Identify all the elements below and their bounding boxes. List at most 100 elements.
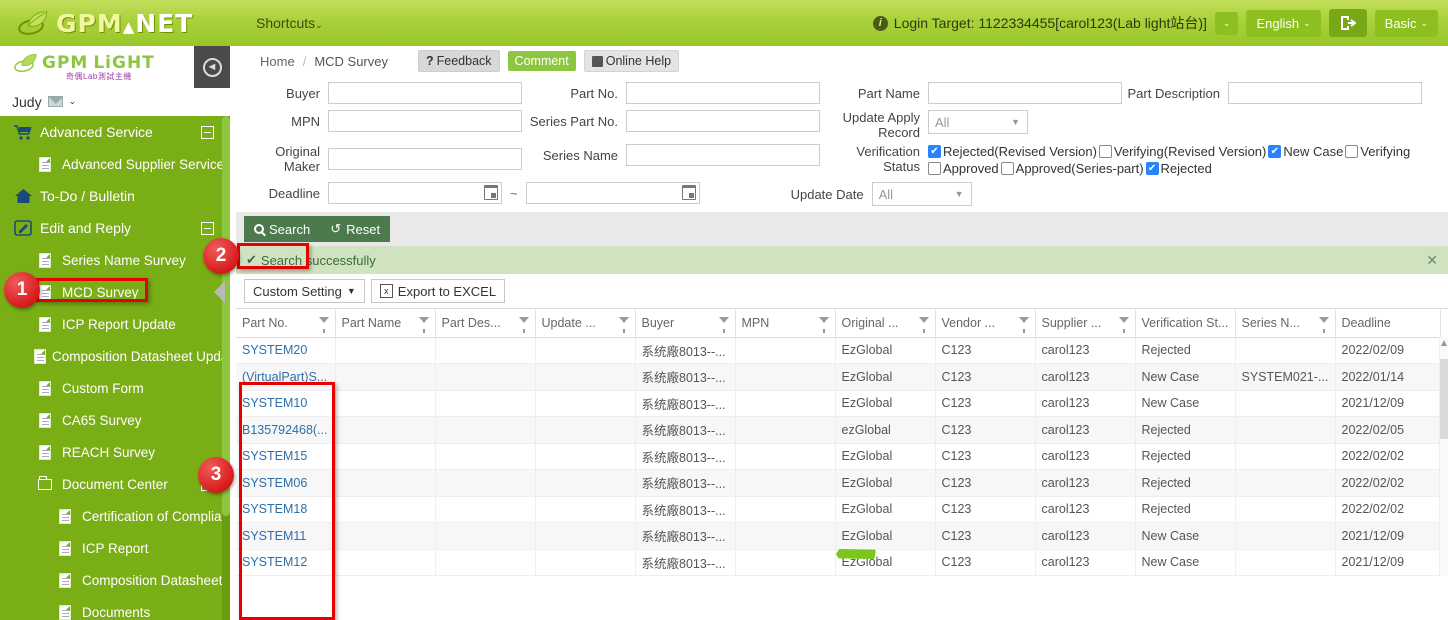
search-button[interactable]: Search	[244, 216, 321, 242]
column-header-buyer[interactable]: Buyer	[635, 309, 736, 338]
collapse-toggle-icon[interactable]	[201, 125, 214, 139]
custom-setting-button[interactable]: Custom Setting ▼	[244, 279, 365, 303]
column-header-verification-status[interactable]: Verification St...	[1135, 309, 1236, 338]
sidebar-item-ca65-survey[interactable]: CA65 Survey	[0, 404, 230, 436]
filter-icon[interactable]	[518, 317, 529, 333]
column-header-original-maker[interactable]: Original ...	[835, 309, 936, 338]
table-row[interactable]: B135792468(... 系统廠8013--... ezGlobal C12…	[236, 416, 1441, 444]
sidebar-item-advanced-service[interactable]: Advanced Service	[0, 116, 230, 148]
column-header-vendor[interactable]: Vendor ...	[935, 309, 1036, 338]
checkbox-box[interactable]	[928, 145, 941, 158]
checkbox-new-case[interactable]: New Case	[1268, 144, 1343, 159]
filter-icon[interactable]	[618, 317, 629, 333]
checkbox-box[interactable]	[1268, 145, 1282, 158]
filter-icon[interactable]	[418, 317, 429, 333]
cell-part-no[interactable]: (VirtualPart)S...	[236, 363, 336, 391]
sidebar-item-composition-datasheet-update[interactable]: Composition Datasheet Updat	[0, 340, 230, 372]
filter-icon[interactable]	[918, 317, 929, 333]
sidebar-item-series-name-survey[interactable]: Series Name Survey	[0, 244, 230, 276]
calendar-icon[interactable]	[681, 185, 696, 200]
original-maker-input[interactable]	[328, 148, 522, 170]
sidebar-item-icp-report-update[interactable]: ICP Report Update	[0, 308, 230, 340]
column-header-mpn[interactable]: MPN	[735, 309, 836, 338]
sidebar-item-certification-of-compliance[interactable]: Certification of Complia	[0, 500, 230, 532]
collapse-toggle-icon[interactable]	[201, 221, 214, 235]
mpn-input[interactable]	[328, 110, 522, 132]
column-header-deadline[interactable]: Deadline	[1335, 309, 1441, 338]
sidebar-user-row[interactable]: Judy ⌄	[0, 88, 230, 116]
filter-icon[interactable]	[818, 317, 829, 333]
part-no-link[interactable]: SYSTEM20	[242, 343, 307, 357]
language-selector-button[interactable]: English ⌄	[1246, 9, 1321, 37]
part-name-input[interactable]	[928, 82, 1122, 104]
filter-icon[interactable]	[1318, 317, 1329, 333]
sidebar-collapse-button[interactable]: ◄	[194, 46, 230, 88]
column-header-part-description[interactable]: Part Des...	[435, 309, 536, 338]
part-description-input[interactable]	[1228, 82, 1422, 104]
series-part-no-input[interactable]	[626, 110, 820, 132]
part-no-link[interactable]: (VirtualPart)S...	[242, 370, 327, 384]
checkbox-approved-series-part[interactable]: Approved(Series-part)	[1000, 161, 1144, 176]
sidebar-scrollbar-thumb[interactable]	[222, 116, 230, 516]
series-name-input[interactable]	[626, 144, 820, 166]
column-header-supplier[interactable]: Supplier ...	[1035, 309, 1136, 338]
cell-part-no[interactable]: SYSTEM10	[236, 390, 336, 417]
table-row[interactable]: SYSTEM20 系统廠8013--... EzGlobal C123 caro…	[236, 337, 1441, 364]
cell-part-no[interactable]: SYSTEM15	[236, 443, 336, 470]
sidebar-item-custom-form[interactable]: Custom Form	[0, 372, 230, 404]
scroll-up-icon[interactable]	[1441, 340, 1447, 346]
update-date-select[interactable]: All ▼	[871, 182, 972, 206]
column-header-series-name[interactable]: Series N...	[1235, 309, 1336, 338]
sidebar-item-reach-survey[interactable]: REACH Survey	[0, 436, 230, 468]
grid-scrollbar-thumb[interactable]	[1440, 359, 1448, 439]
login-target-dropdown-button[interactable]: ⌄	[1214, 11, 1239, 35]
column-header-part-name[interactable]: Part Name	[335, 309, 436, 338]
part-no-link[interactable]: SYSTEM06	[242, 476, 307, 490]
grid-scrollbar[interactable]	[1439, 337, 1448, 576]
table-row[interactable]: SYSTEM10 系统廠8013--... EzGlobal C123 caro…	[236, 390, 1441, 417]
checkbox-rejected-revised-version[interactable]: Rejected(Revised Version)	[928, 144, 1097, 159]
cell-part-no[interactable]: SYSTEM11	[236, 522, 336, 550]
online-help-button[interactable]: Online Help	[583, 50, 680, 72]
part-no-link[interactable]: B135792468(...	[242, 423, 328, 437]
sidebar-item-icp-report[interactable]: ICP Report	[0, 532, 230, 564]
table-row[interactable]: SYSTEM18 系统廠8013--... EzGlobal C123 caro…	[236, 496, 1441, 523]
filter-icon[interactable]	[718, 317, 729, 333]
cell-part-no[interactable]: SYSTEM18	[236, 496, 336, 523]
breadcrumb-home[interactable]: Home	[260, 54, 295, 69]
buyer-input[interactable]	[328, 82, 522, 104]
close-icon[interactable]: ✕	[1426, 252, 1438, 269]
sidebar-item-edit-and-reply[interactable]: Edit and Reply	[0, 212, 230, 244]
cell-part-no[interactable]: SYSTEM06	[236, 469, 336, 497]
filter-icon[interactable]	[1018, 317, 1029, 333]
table-row[interactable]: (VirtualPart)S... 系统廠8013--... EzGlobal …	[236, 363, 1441, 391]
part-no-input[interactable]	[626, 82, 820, 104]
sidebar-item-todo-bulletin[interactable]: To-Do / Bulletin	[0, 180, 230, 212]
deadline-from-input[interactable]	[328, 182, 502, 204]
part-no-link[interactable]: SYSTEM11	[242, 529, 306, 543]
sidebar-item-advanced-supplier-service[interactable]: Advanced Supplier Service	[0, 148, 230, 180]
update-apply-record-select[interactable]: All ▼	[928, 110, 1028, 134]
feedback-button[interactable]: ? Feedback	[418, 50, 500, 72]
checkbox-box[interactable]	[1000, 162, 1014, 175]
shortcuts-menu[interactable]: Shortcuts⌄	[248, 11, 331, 35]
mode-selector-button[interactable]: Basic ⌄	[1374, 9, 1438, 37]
table-row[interactable]: SYSTEM06 系统廠8013--... EzGlobal C123 caro…	[236, 469, 1441, 497]
filter-icon[interactable]	[318, 317, 329, 333]
cell-part-no[interactable]: SYSTEM20	[236, 337, 336, 364]
sidebar-item-composition-datasheet[interactable]: Composition Datasheet	[0, 564, 230, 596]
reset-button[interactable]: ↺ Reset	[320, 216, 391, 242]
sidebar-item-documents[interactable]: Documents	[0, 596, 230, 620]
column-header-update[interactable]: Update ...	[535, 309, 636, 338]
cell-part-no[interactable]: SYSTEM12	[236, 549, 336, 576]
logout-button[interactable]	[1328, 9, 1367, 37]
export-to-excel-button[interactable]: x Export to EXCEL	[370, 279, 506, 303]
part-no-link[interactable]: SYSTEM10	[242, 396, 307, 410]
gpm-light-logo[interactable]: GPM LiGHT 奇偶Lab測試主機	[12, 53, 155, 82]
deadline-to-input[interactable]	[525, 182, 700, 204]
part-no-link[interactable]: SYSTEM18	[242, 502, 307, 516]
table-row[interactable]: SYSTEM11 系统廠8013--... EzGlobal C123 caro…	[236, 522, 1441, 550]
checkbox-box[interactable]	[1098, 145, 1112, 158]
checkbox-verifying-revised-version[interactable]: Verifying(Revised Version)	[1098, 144, 1266, 159]
checkbox-rejected[interactable]: Rejected	[1145, 161, 1212, 176]
